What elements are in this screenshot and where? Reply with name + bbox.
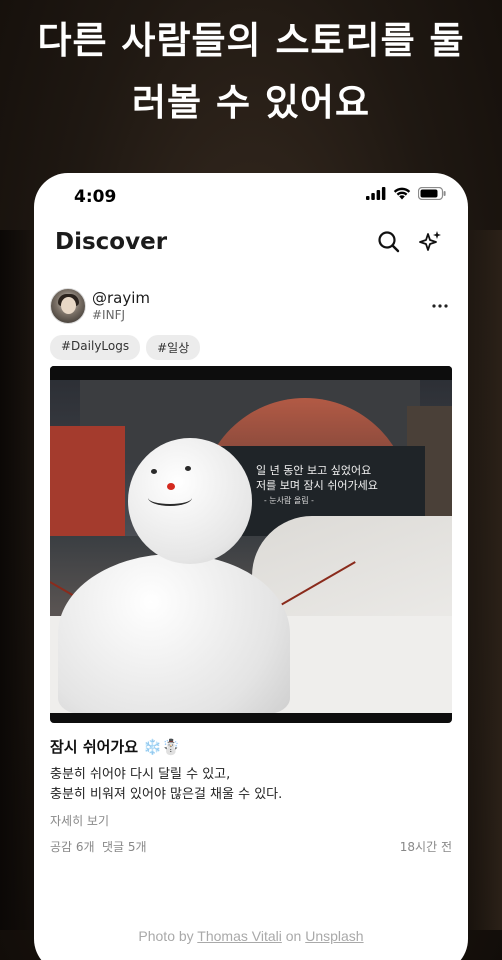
snowman-body bbox=[58, 554, 290, 714]
image-caption: 일 년 동안 보고 싶었어요 저를 보며 잠시 쉬어가세요 - 눈사람 올림 - bbox=[256, 463, 378, 508]
more-horizontal-icon bbox=[432, 304, 448, 308]
tag-daily[interactable]: #일상 bbox=[146, 335, 201, 360]
photo-credit: Photo by Thomas Vitali on Unsplash bbox=[0, 928, 502, 944]
post-mbti-tag: #INFJ bbox=[92, 308, 126, 322]
search-icon[interactable] bbox=[375, 228, 403, 256]
post-time: 18시간 전 bbox=[399, 840, 452, 854]
image-caption-line-2: 저를 보며 잠시 쉬어가세요 bbox=[256, 479, 378, 492]
signal-icon bbox=[366, 187, 386, 200]
page-title: Discover bbox=[55, 229, 168, 255]
likes-count[interactable]: 공감 6개 bbox=[50, 838, 95, 855]
tag-dailylogs[interactable]: #DailyLogs bbox=[50, 335, 141, 360]
phone-screen: 4:09 Discover @rayim #INFJ #DailyLogs #일… bbox=[34, 173, 468, 960]
sparkle-icon[interactable] bbox=[417, 228, 445, 256]
post-body: 충분히 쉬어야 다시 달릴 수 있고, 충분히 비워져 있어야 많은걸 채울 수… bbox=[50, 765, 282, 805]
post-title: 잠시 쉬어가요 ❄️☃️ bbox=[50, 738, 181, 756]
post-username[interactable]: @rayim bbox=[92, 289, 150, 307]
background-shade-right bbox=[462, 230, 502, 930]
post-tags: #DailyLogs #일상 bbox=[50, 335, 201, 360]
post-header: @rayim #INFJ bbox=[50, 286, 452, 326]
credit-prefix: Photo by bbox=[138, 928, 194, 944]
status-bar: 4:09 bbox=[34, 173, 468, 221]
credit-mid: on bbox=[285, 928, 302, 944]
credit-site-link[interactable]: Unsplash bbox=[305, 928, 363, 944]
status-icons bbox=[366, 187, 446, 200]
credit-author-link[interactable]: Thomas Vitali bbox=[197, 928, 282, 944]
promo-headline: 다른 사람들의 스토리를 둘 러볼 수 있어요 bbox=[0, 10, 502, 134]
avatar[interactable] bbox=[50, 288, 86, 324]
post-body-line-1: 충분히 쉬어야 다시 달릴 수 있고, bbox=[50, 767, 231, 782]
more-options-button[interactable] bbox=[428, 294, 452, 318]
wifi-icon bbox=[393, 187, 411, 200]
app-header: Discover bbox=[34, 225, 468, 265]
image-caption-line-3: - 눈사람 올림 - bbox=[264, 496, 314, 505]
image-caption-line-1: 일 년 동안 보고 싶었어요 bbox=[256, 464, 372, 477]
status-time: 4:09 bbox=[74, 187, 117, 207]
post-image[interactable]: 일 년 동안 보고 싶었어요 저를 보며 잠시 쉬어가세요 - 눈사람 올림 - bbox=[50, 366, 452, 723]
read-more-link[interactable]: 자세히 보기 bbox=[50, 812, 109, 829]
headline-line-2: 러볼 수 있어요 bbox=[131, 81, 370, 124]
battery-icon bbox=[418, 187, 446, 200]
comments-count[interactable]: 댓글 5개 bbox=[102, 838, 147, 855]
post-body-line-2: 충분히 비워져 있어야 많은걸 채울 수 있다. bbox=[50, 787, 283, 802]
headline-line-1: 다른 사람들의 스토리를 둘 bbox=[37, 19, 465, 62]
